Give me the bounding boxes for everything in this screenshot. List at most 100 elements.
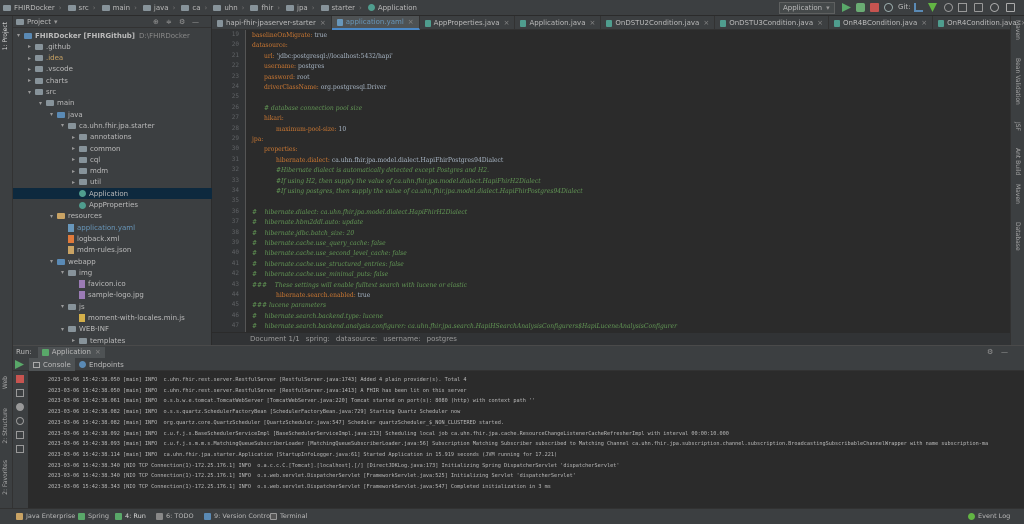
project-tree-item[interactable]: moment-with-locales.min.js <box>72 313 185 324</box>
todo-tab[interactable]: 6: TODO <box>156 512 194 520</box>
collapse-icon[interactable]: ≑ <box>166 18 172 26</box>
chevron-down-icon[interactable]: ▾ <box>28 89 35 96</box>
maven-tool-tab-2[interactable]: Maven <box>1014 184 1021 204</box>
stop-icon[interactable] <box>16 375 24 383</box>
chevron-down-icon[interactable]: ▾ <box>61 303 68 310</box>
code-editor[interactable]: baselineOnMigrate: true datasource: url: '… <box>246 30 1010 332</box>
editor-breadcrumb-item[interactable]: spring: <box>306 335 330 343</box>
version-control-tab[interactable]: 9: Version Control <box>204 512 272 520</box>
nav-crumb[interactable]: ca › <box>178 0 210 16</box>
project-tree-item[interactable]: ▾ WEB-INF <box>61 324 109 335</box>
chevron-right-icon[interactable]: ▸ <box>28 55 35 62</box>
close-icon[interactable]: × <box>95 348 101 356</box>
chevron-down-icon[interactable]: ▾ <box>61 122 68 129</box>
chevron-down-icon[interactable]: ▾ <box>61 326 68 333</box>
console-tab[interactable]: Console <box>29 358 75 371</box>
project-tree-item[interactable]: ▸ .idea <box>28 53 63 64</box>
chevron-right-icon[interactable]: ▸ <box>28 43 35 50</box>
editor-breadcrumb-item[interactable]: username: <box>383 335 420 343</box>
editor-tab[interactable]: OnDSTU2Condition.java × <box>601 16 716 30</box>
search-icon[interactable] <box>990 3 999 12</box>
project-tree-item[interactable]: ▸ util <box>72 177 101 188</box>
debug-icon[interactable] <box>856 3 865 12</box>
project-tree-item[interactable]: Application <box>13 188 212 200</box>
project-tree-item[interactable]: ▸ annotations <box>72 132 132 143</box>
chevron-right-icon[interactable]: ▸ <box>72 179 79 186</box>
gear-icon[interactable]: ⚙ <box>987 348 993 356</box>
chevron-down-icon[interactable]: ▾ <box>54 18 58 26</box>
nav-crumb[interactable]: uhn › <box>210 0 247 16</box>
project-tree-item[interactable]: ▸ mdm <box>72 166 108 177</box>
editor-tab[interactable]: AppProperties.java × <box>420 16 516 30</box>
project-tree-item[interactable]: ▾ FHIRDocker [FHIRGithub] D:\FHIRDocker <box>17 30 190 41</box>
nav-crumb[interactable]: fhir › <box>247 0 283 16</box>
nav-crumb[interactable]: starter › <box>318 0 365 16</box>
editor-tab[interactable]: OnR4BCondition.java × <box>829 16 934 30</box>
run-config-select[interactable]: Application ▾ <box>779 2 835 14</box>
chevron-right-icon[interactable]: ▸ <box>72 156 79 163</box>
git-update-icon[interactable] <box>914 3 923 12</box>
close-icon[interactable]: × <box>408 18 414 26</box>
gear-icon[interactable]: ⚙ <box>179 18 185 26</box>
nav-crumb[interactable]: FHIRDocker › <box>0 0 65 16</box>
chevron-right-icon[interactable]: ▸ <box>72 134 79 141</box>
camera-icon[interactable] <box>16 403 24 411</box>
chevron-right-icon[interactable]: ▸ <box>72 337 79 344</box>
hide-icon[interactable]: — <box>1001 348 1008 356</box>
chevron-down-icon[interactable]: ▾ <box>50 258 57 265</box>
editor-tab[interactable]: hapi-fhir-jpaserver-starter × <box>212 16 332 30</box>
exit-icon[interactable] <box>16 431 24 439</box>
project-tree-item[interactable]: ▸ .github <box>28 41 71 52</box>
chevron-down-icon[interactable]: ▾ <box>61 269 68 276</box>
revert-icon[interactable] <box>958 3 967 12</box>
chevron-down-icon[interactable]: ▾ <box>39 100 46 107</box>
settings-icon[interactable] <box>16 417 24 425</box>
project-tree-item[interactable]: sample-logo.jpg <box>72 290 144 301</box>
structure-tool-tab[interactable]: 2: Structure <box>2 408 9 444</box>
close-icon[interactable]: × <box>320 19 326 27</box>
settings-icon[interactable] <box>974 3 983 12</box>
close-icon[interactable]: × <box>590 19 596 27</box>
project-tree-item[interactable]: logback.xml <box>61 233 119 244</box>
project-tree-item[interactable]: ▾ webapp <box>50 256 96 267</box>
editor-tab[interactable]: OnR4Condition.java × <box>933 16 1024 30</box>
project-tree-item[interactable]: favicon.ico <box>72 279 126 290</box>
project-tree-item[interactable]: ▾ resources <box>50 211 102 222</box>
project-tree-item[interactable]: ▸ common <box>72 143 121 154</box>
rerun-icon[interactable] <box>15 360 24 369</box>
hide-icon[interactable]: — <box>192 18 199 26</box>
project-tree-item[interactable]: ▸ charts <box>28 75 68 86</box>
ant-build-tool-tab[interactable]: Ant Build <box>1014 148 1021 175</box>
nav-crumb[interactable]: main › <box>99 0 140 16</box>
project-tree-item[interactable]: ▾ src <box>28 87 56 98</box>
chevron-right-icon[interactable]: ▸ <box>72 145 79 152</box>
editor-tab[interactable]: Application.java × <box>515 16 602 30</box>
project-tree-item[interactable]: ▾ img <box>61 267 92 278</box>
editor-tab[interactable]: application.yaml × <box>331 16 420 30</box>
project-tree-item[interactable]: ▾ java <box>50 109 83 120</box>
pin-icon[interactable] <box>16 459 24 467</box>
terminal-tab[interactable]: Terminal <box>270 512 307 520</box>
project-tree-item[interactable]: application.yaml <box>61 222 135 233</box>
console-output[interactable]: 2023-03-06 15:42:38.050 [main] INFO c.uh… <box>28 371 1024 508</box>
editor-breadcrumb-item[interactable]: postgres <box>427 335 457 343</box>
chevron-right-icon[interactable]: ▸ <box>28 66 35 73</box>
editor-tab[interactable]: OnDSTU3Condition.java × <box>715 16 829 30</box>
editor-breadcrumb-item[interactable]: Document 1/1 <box>250 335 300 343</box>
stop-icon[interactable] <box>870 3 879 12</box>
project-structure-icon[interactable] <box>1006 3 1015 12</box>
nav-crumb[interactable]: java › <box>140 0 178 16</box>
chevron-right-icon[interactable]: ▸ <box>72 168 79 175</box>
project-tree-item[interactable]: ▸ .vscode <box>28 64 73 75</box>
jsf-tool-tab[interactable]: JSF <box>1014 122 1021 131</box>
nav-crumb[interactable]: src › <box>65 0 99 16</box>
restore-layout-icon[interactable] <box>16 389 24 397</box>
chevron-down-icon[interactable]: ▾ <box>50 213 57 220</box>
spring-tab[interactable]: Spring <box>78 512 109 520</box>
web-tool-tab[interactable]: Web <box>2 376 9 389</box>
project-tool-tab[interactable]: 1: Project <box>2 22 9 50</box>
project-tree-item[interactable]: ▸ cql <box>72 154 100 165</box>
locate-icon[interactable]: ⊕ <box>153 18 159 26</box>
project-tree-item[interactable]: AppProperties <box>72 200 138 211</box>
database-tool-tab[interactable]: Database <box>1014 222 1021 251</box>
